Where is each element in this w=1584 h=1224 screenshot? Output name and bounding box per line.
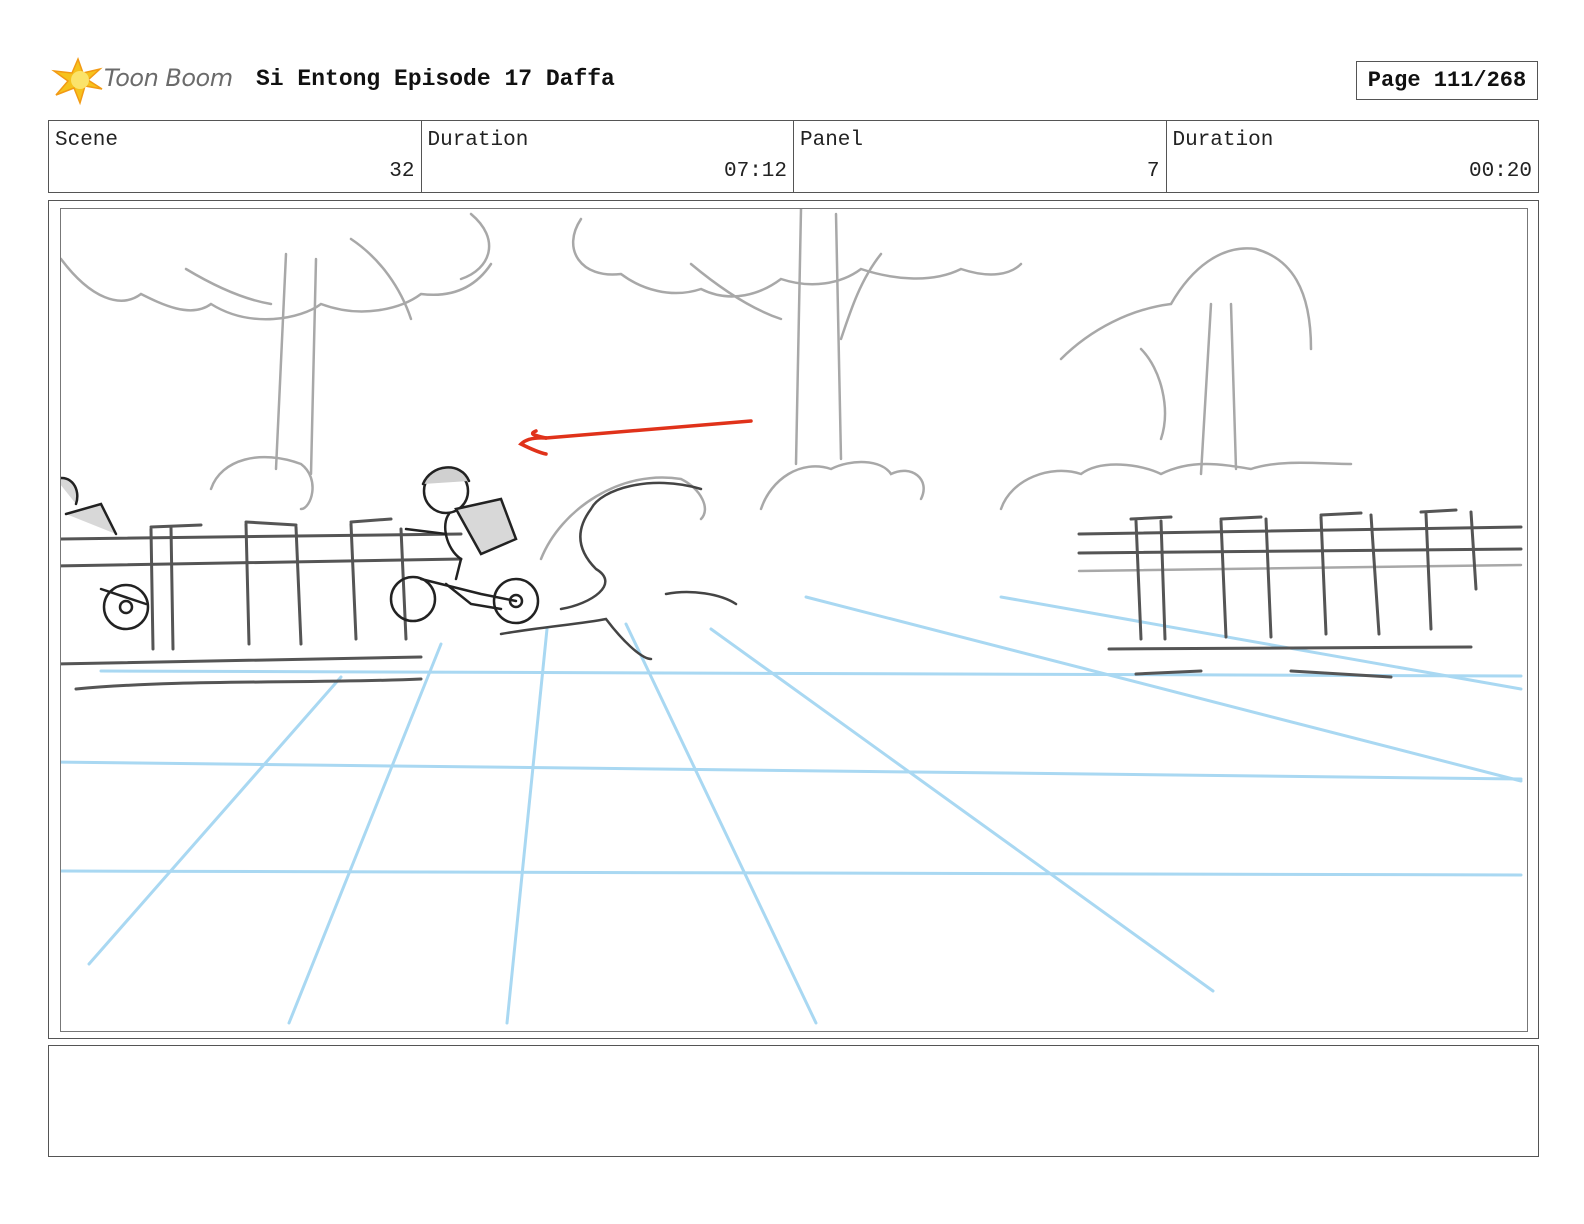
project-title: Si Entong Episode 17 Daffa	[256, 66, 615, 92]
motion-direction-arrow	[518, 419, 753, 456]
panel-drawing-area	[60, 208, 1528, 1032]
panel-label: Panel	[800, 129, 864, 152]
panel-info-table: Scene 32 Duration 07:12 Panel 7 Duration…	[48, 120, 1539, 193]
scene-duration-value: 07:12	[723, 160, 787, 183]
second-kid-on-bike	[61, 476, 150, 631]
panel-value: 7	[1146, 160, 1160, 183]
scene-duration-label: Duration	[427, 129, 529, 152]
panel-duration-value: 00:20	[1468, 160, 1532, 183]
panel-duration-label: Duration	[1172, 129, 1274, 152]
logo-text: Toon Boom	[104, 64, 233, 92]
background-trees	[61, 209, 1523, 573]
panel-duration-cell: Duration 00:20	[1167, 121, 1539, 192]
panel-cell: Panel 7	[794, 121, 1167, 192]
kid-on-bike	[389, 466, 540, 625]
fence-right	[1077, 508, 1523, 679]
scene-value: 32	[389, 160, 415, 183]
scene-cell: Scene 32	[49, 121, 422, 192]
scene-label: Scene	[55, 129, 119, 152]
dialogue-notes-box	[48, 1045, 1539, 1157]
dust-trail	[499, 481, 738, 661]
starburst-icon	[51, 56, 103, 106]
panel-sketch	[61, 209, 1523, 1025]
scene-duration-cell: Duration 07:12	[422, 121, 794, 192]
storyboard-panel	[48, 200, 1539, 1039]
toon-boom-logo: Toon Boom	[50, 55, 240, 107]
page-number: Page 111/268	[1356, 61, 1538, 100]
